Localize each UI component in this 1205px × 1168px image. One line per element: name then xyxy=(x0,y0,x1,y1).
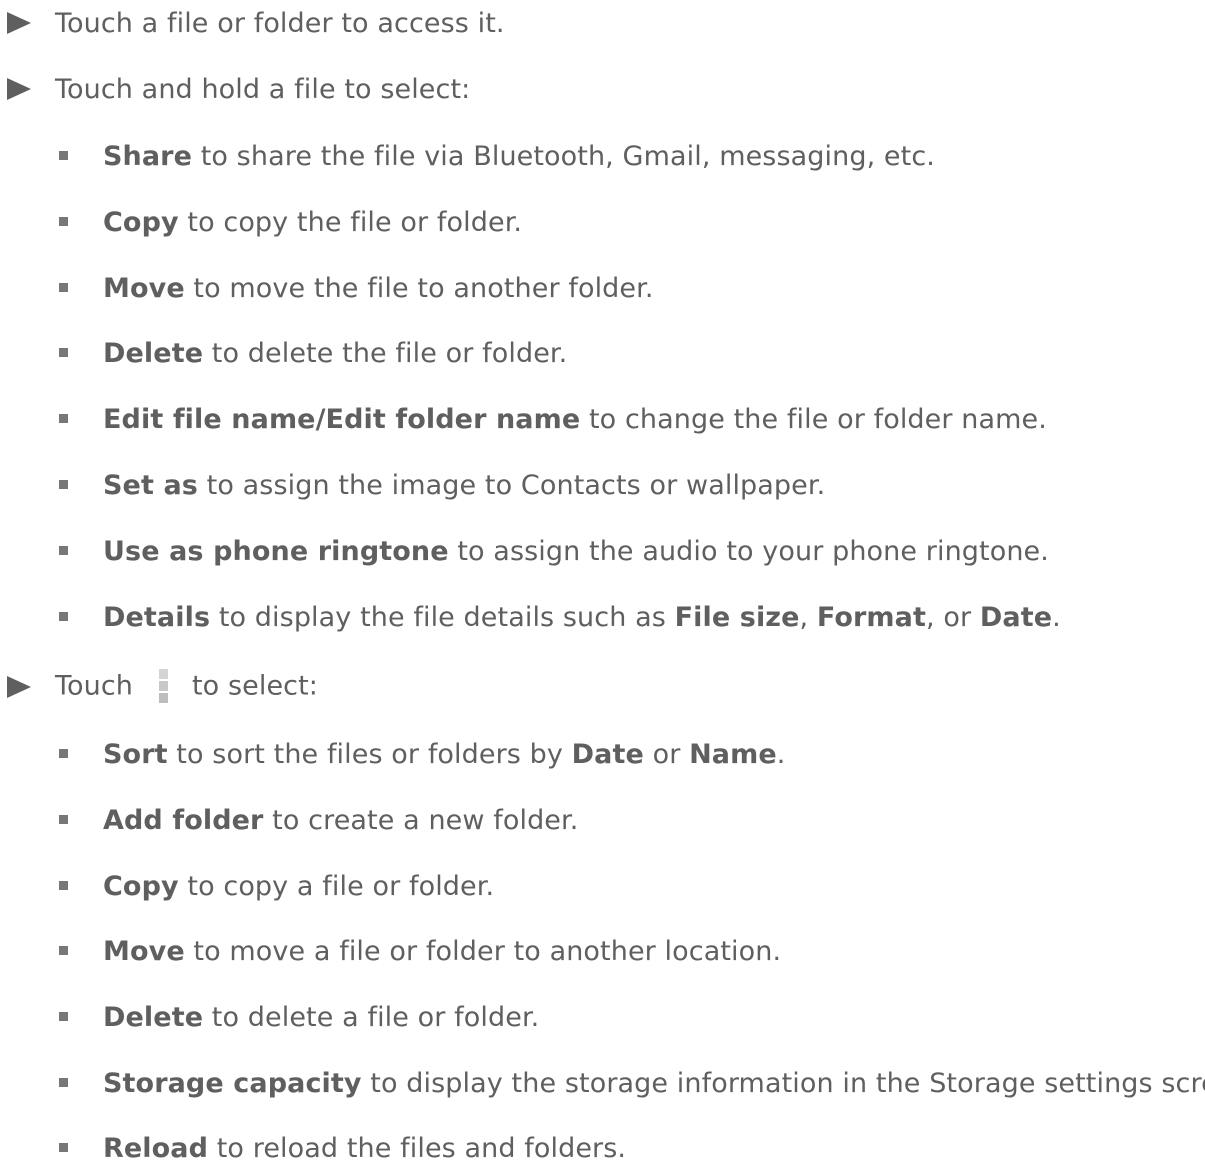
option-description: to move a file or folder to another loca… xyxy=(184,935,782,967)
square-bullet-icon xyxy=(59,881,68,890)
arrow-bullet-icon xyxy=(7,676,31,698)
square-bullet-icon xyxy=(59,414,68,423)
option-description: . xyxy=(1052,601,1061,633)
square-bullet-icon xyxy=(59,283,68,292)
square-bullet-icon xyxy=(59,217,68,226)
instruction-item: Touch to select: xyxy=(0,667,1205,707)
square-bullet-icon xyxy=(59,1078,68,1087)
square-bullet-icon xyxy=(59,1143,68,1152)
option-description: to copy a file or folder. xyxy=(178,870,495,902)
option-description: to delete a file or folder. xyxy=(203,1001,540,1033)
option-item-edit-name: Edit file name/Edit folder name to chang… xyxy=(0,399,1205,439)
option-item-ringtone: Use as phone ringtone to assign the audi… xyxy=(0,531,1205,571)
option-description: . xyxy=(776,738,786,770)
option-description: to change the file or folder name. xyxy=(580,403,1047,435)
option-name: Move xyxy=(103,935,185,967)
option-name: Copy xyxy=(103,870,179,902)
option-description: , xyxy=(799,601,817,633)
option-item-set-as: Set as to assign the image to Contacts o… xyxy=(0,465,1205,505)
option-name: Copy xyxy=(103,206,179,238)
instruction-text: Touch a file or folder to access it. xyxy=(55,7,505,39)
square-bullet-icon xyxy=(59,546,68,555)
option-description: to create a new folder. xyxy=(263,804,579,836)
option-term: Date xyxy=(979,601,1053,633)
instruction-item: Touch and hold a file to select: xyxy=(0,69,1205,109)
square-bullet-icon xyxy=(59,480,68,489)
option-name: Sort xyxy=(103,738,168,770)
option-item-reload: Reload to reload the files and folders. xyxy=(0,1128,1205,1168)
option-item-storage-capacity: Storage capacity to display the storage … xyxy=(0,1063,1205,1103)
instruction-item: Touch a file or folder to access it. xyxy=(0,3,1205,43)
option-term: Name xyxy=(689,738,777,770)
option-description: to display the storage information in th… xyxy=(361,1067,1205,1099)
option-item-delete: Delete to delete the file or folder. xyxy=(0,333,1205,373)
option-term: Date xyxy=(571,738,644,770)
option-name: Move xyxy=(103,272,185,304)
instruction-text: Touch xyxy=(55,670,133,702)
square-bullet-icon xyxy=(59,348,68,357)
option-description: , or xyxy=(925,601,980,633)
option-name: Use as phone ringtone xyxy=(103,535,449,567)
instruction-text: to select: xyxy=(192,670,319,702)
option-item-copy: Copy to copy the file or folder. xyxy=(0,202,1205,242)
option-name: Add folder xyxy=(103,804,264,836)
option-name: Share xyxy=(103,140,193,172)
arrow-bullet-icon xyxy=(7,78,31,100)
overflow-menu-icon xyxy=(159,669,168,703)
instruction-text: Touch and hold a file to select: xyxy=(55,73,471,105)
option-description: to move the file to another folder. xyxy=(184,272,654,304)
option-description: or xyxy=(643,738,690,770)
option-description: to delete the file or folder. xyxy=(203,337,568,369)
square-bullet-icon xyxy=(59,1012,68,1021)
square-bullet-icon xyxy=(59,749,68,758)
option-description: to reload the files and folders. xyxy=(208,1132,627,1164)
option-item-details: Details to display the file details such… xyxy=(0,597,1205,637)
option-item-sort: Sort to sort the files or folders by Dat… xyxy=(0,734,1205,774)
option-name: Reload xyxy=(103,1132,209,1164)
option-description: to assign the audio to your phone ringto… xyxy=(448,535,1049,567)
option-description: to sort the files or folders by xyxy=(167,738,572,770)
option-description: to copy the file or folder. xyxy=(178,206,523,238)
option-name: Delete xyxy=(103,337,204,369)
option-name: Delete xyxy=(103,1001,204,1033)
option-description: to share the file via Bluetooth, Gmail, … xyxy=(192,140,935,172)
square-bullet-icon xyxy=(59,946,68,955)
option-item-add-folder: Add folder to create a new folder. xyxy=(0,800,1205,840)
option-item-delete: Delete to delete a file or folder. xyxy=(0,997,1205,1037)
option-item-copy: Copy to copy a file or folder. xyxy=(0,866,1205,906)
option-description: to display the file details such as xyxy=(210,601,675,633)
option-term: File size xyxy=(674,601,800,633)
square-bullet-icon xyxy=(59,612,68,621)
arrow-bullet-icon xyxy=(7,12,31,34)
option-name: Set as xyxy=(103,469,198,501)
option-description: to assign the image to Contacts or wallp… xyxy=(197,469,826,501)
option-item-move: Move to move the file to another folder. xyxy=(0,268,1205,308)
option-item-share: Share to share the file via Bluetooth, G… xyxy=(0,136,1205,176)
option-name: Edit file name/Edit folder name xyxy=(103,403,581,435)
square-bullet-icon xyxy=(59,815,68,824)
option-name: Storage capacity xyxy=(103,1067,362,1099)
square-bullet-icon xyxy=(59,151,68,160)
option-item-move: Move to move a file or folder to another… xyxy=(0,931,1205,971)
option-term: Format xyxy=(816,601,926,633)
option-name: Details xyxy=(103,601,211,633)
